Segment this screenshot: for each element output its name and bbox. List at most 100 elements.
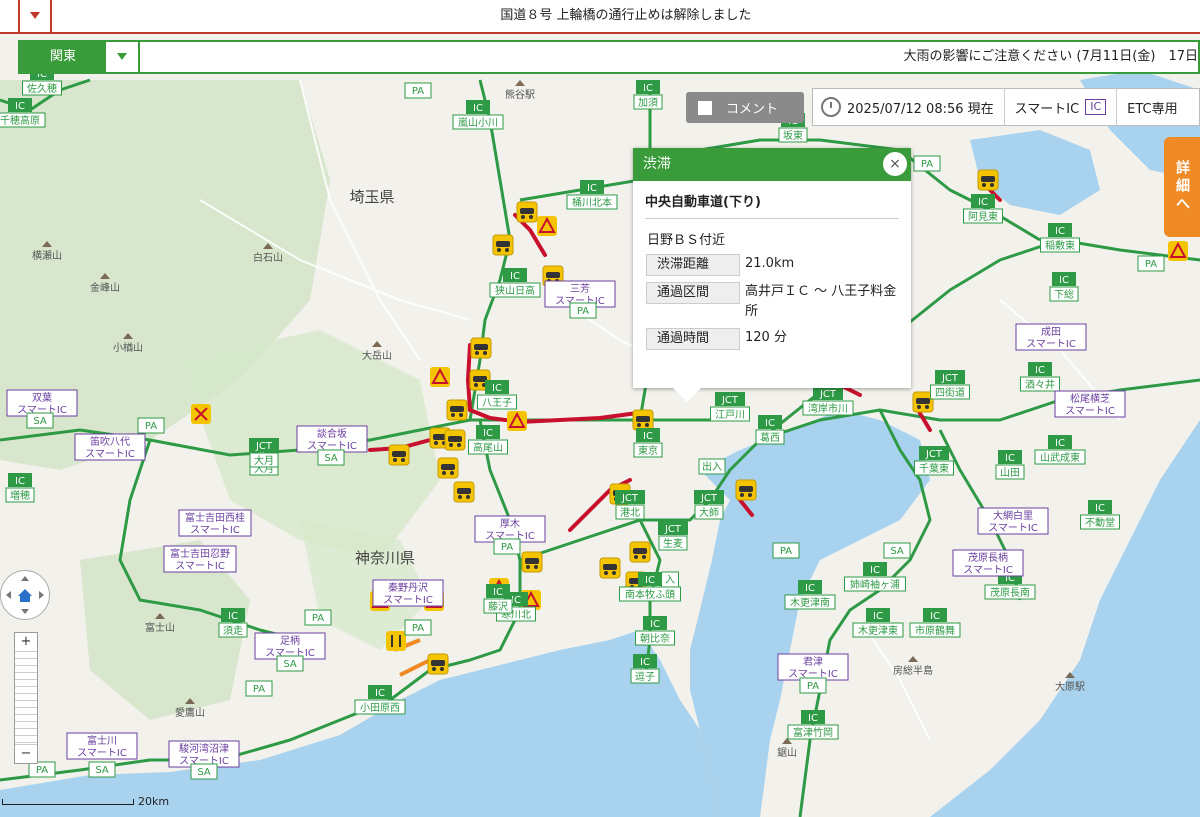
closure-icon[interactable] bbox=[191, 404, 211, 424]
interchange-type: IC bbox=[1005, 453, 1015, 464]
close-icon[interactable]: × bbox=[883, 152, 907, 176]
congestion-car-icon[interactable] bbox=[629, 541, 651, 563]
interchange-name: 逗子 bbox=[635, 671, 655, 683]
parking-area-marker[interactable]: SA bbox=[883, 542, 911, 559]
parking-area-marker[interactable]: SA bbox=[26, 412, 54, 429]
smart-ic-marker[interactable]: 笛吹八代スマートIC bbox=[74, 433, 146, 461]
banner-toggle-button[interactable] bbox=[18, 0, 52, 32]
pan-control[interactable] bbox=[0, 570, 50, 620]
interchange-marker[interactable]: JCT 四街道 bbox=[930, 370, 970, 400]
popup-road-name: 中央自動車道(下り) bbox=[645, 191, 899, 219]
lane-restriction-icon[interactable] bbox=[386, 631, 406, 651]
smart-ic-marker[interactable]: 談合坂スマートIC bbox=[296, 425, 368, 453]
parking-area-marker[interactable]: PA bbox=[245, 680, 273, 697]
zoom-out-button[interactable]: − bbox=[15, 745, 37, 763]
parking-area-label: SA bbox=[33, 416, 47, 427]
parking-area-marker[interactable]: PA bbox=[1137, 255, 1165, 272]
parking-area-marker[interactable]: PA bbox=[772, 542, 800, 559]
interchange-marker[interactable]: IC 藤沢 bbox=[483, 584, 513, 614]
interchange-name: 桶川北本 bbox=[572, 196, 612, 209]
zoom-control[interactable]: + − bbox=[14, 632, 38, 764]
smart-ic-marker[interactable]: 茂原長柄スマートIC bbox=[952, 549, 1024, 577]
smart-ic-marker[interactable]: 君津スマートIC bbox=[777, 653, 849, 681]
interchange-name: 富津竹岡 bbox=[793, 726, 833, 739]
congestion-car-icon[interactable] bbox=[599, 557, 621, 579]
parking-area-marker[interactable]: SA bbox=[88, 761, 116, 778]
parking-area-marker[interactable]: SA bbox=[317, 449, 345, 466]
zoom-in-button[interactable]: + bbox=[15, 633, 37, 651]
parking-area-marker[interactable]: PA bbox=[913, 155, 941, 172]
smart-ic-marker[interactable]: 秦野丹沢スマートIC bbox=[372, 579, 444, 607]
smart-ic-marker[interactable]: 大網白里スマートIC bbox=[977, 507, 1049, 535]
congestion-car-icon[interactable] bbox=[492, 234, 514, 256]
congestion-car-icon[interactable] bbox=[453, 481, 475, 503]
congestion-car-icon[interactable] bbox=[444, 429, 466, 451]
interchange-marker[interactable]: IC 逗子 bbox=[630, 654, 660, 684]
congestion-car-icon[interactable] bbox=[632, 409, 654, 431]
congestion-car-icon[interactable] bbox=[427, 653, 449, 675]
comment-toggle-button[interactable]: コメント bbox=[686, 92, 804, 123]
parking-area-marker[interactable]: 入 bbox=[661, 571, 679, 588]
parking-area-marker[interactable]: PA bbox=[799, 677, 827, 694]
congestion-car-icon[interactable] bbox=[470, 337, 492, 359]
interchange-marker[interactable]: JCT 生麦 bbox=[658, 521, 688, 551]
parking-area-marker[interactable]: SA bbox=[276, 655, 304, 672]
interchange-marker[interactable]: IC 加須 bbox=[633, 80, 663, 110]
popup-title: 渋滞 bbox=[643, 156, 671, 172]
parking-area-marker[interactable]: PA bbox=[28, 761, 56, 778]
interchange-marker[interactable]: JCT 港北 bbox=[615, 490, 645, 520]
parking-area-marker[interactable]: PA bbox=[137, 417, 165, 434]
interchange-type: JCT bbox=[621, 493, 639, 504]
congestion-car-icon[interactable] bbox=[388, 444, 410, 466]
region-button[interactable]: 関東 bbox=[20, 42, 106, 72]
parking-area-label: PA bbox=[780, 546, 792, 557]
region-dropdown-button[interactable] bbox=[106, 42, 140, 72]
smart-ic-marker[interactable]: 富士川スマートIC bbox=[66, 732, 138, 760]
congestion-car-icon[interactable] bbox=[735, 479, 757, 501]
smart-ic-marker[interactable]: 成田スマートIC bbox=[1015, 323, 1087, 351]
detail-tab-button[interactable]: 詳細へ bbox=[1164, 137, 1200, 237]
interchange-marker[interactable]: IC 山田 bbox=[995, 450, 1025, 480]
prefecture-label: 埼玉県 bbox=[349, 188, 394, 206]
congestion-car-icon[interactable] bbox=[977, 169, 999, 191]
interchange-type: JCT bbox=[941, 373, 959, 384]
warning-icon[interactable] bbox=[507, 411, 527, 431]
interchange-marker[interactable]: JCT 大師 bbox=[694, 490, 724, 520]
smart-ic-marker[interactable]: 厚木スマートIC bbox=[474, 515, 546, 543]
congestion-car-icon[interactable] bbox=[516, 201, 538, 223]
parking-area-marker[interactable]: PA bbox=[404, 82, 432, 99]
congestion-car-icon[interactable] bbox=[437, 457, 459, 479]
interchange-marker[interactable]: IC 須走 bbox=[218, 608, 248, 638]
warning-icon[interactable] bbox=[430, 367, 450, 387]
parking-area-marker[interactable]: PA bbox=[569, 302, 597, 319]
scale-label: 20km bbox=[138, 795, 170, 808]
parking-area-marker[interactable]: PA bbox=[404, 619, 432, 636]
smart-ic-marker[interactable]: 双葉スマートIC bbox=[6, 389, 78, 417]
interchange-marker[interactable]: IC 下総 bbox=[1049, 272, 1079, 302]
smart-ic-marker[interactable]: 松尾横芝スマートIC bbox=[1054, 390, 1126, 418]
smart-ic-type: スマートIC bbox=[988, 523, 1038, 534]
interchange-marker[interactable]: JCT 大月 bbox=[249, 438, 279, 468]
smart-ic-marker[interactable]: 駿河湾沼津スマートIC bbox=[168, 740, 240, 768]
popup-row-distance: 渋滞距離 21.0km bbox=[646, 254, 911, 276]
smart-ic-marker[interactable]: 富士吉田忍野スマートIC bbox=[163, 545, 237, 573]
warning-icon[interactable] bbox=[1168, 241, 1188, 261]
parking-area-marker[interactable]: 出入 bbox=[698, 458, 726, 475]
congestion-car-icon[interactable] bbox=[521, 551, 543, 573]
interchange-marker[interactable]: IC 葛西 bbox=[755, 415, 785, 445]
interchange-marker[interactable]: IC 東京 bbox=[633, 428, 663, 458]
parking-area-marker[interactable]: PA bbox=[304, 609, 332, 626]
interchange-marker[interactable]: JCT 江戸川 bbox=[710, 392, 750, 422]
smart-ic-marker[interactable]: 足柄スマートIC bbox=[254, 632, 326, 660]
interchange-marker[interactable]: JCT 千葉東 bbox=[914, 446, 954, 476]
smart-ic-name: 成田 bbox=[1041, 326, 1061, 338]
parking-area-marker[interactable]: SA bbox=[190, 763, 218, 780]
row-label: 通過時間 bbox=[646, 328, 740, 350]
warning-icon[interactable] bbox=[537, 216, 557, 236]
parking-area-marker[interactable]: PA bbox=[493, 538, 521, 555]
smart-ic-marker[interactable]: 富士吉田西桂スマートIC bbox=[178, 509, 252, 537]
congestion-popup: 渋滞 × 中央自動車道(下り) 日野ＢＳ付近 渋滞距離 21.0km 通過区間 … bbox=[633, 148, 911, 402]
congestion-car-icon[interactable] bbox=[446, 399, 468, 421]
interchange-marker[interactable]: IC 増穂 bbox=[5, 473, 35, 503]
zoom-slider[interactable] bbox=[15, 651, 37, 745]
